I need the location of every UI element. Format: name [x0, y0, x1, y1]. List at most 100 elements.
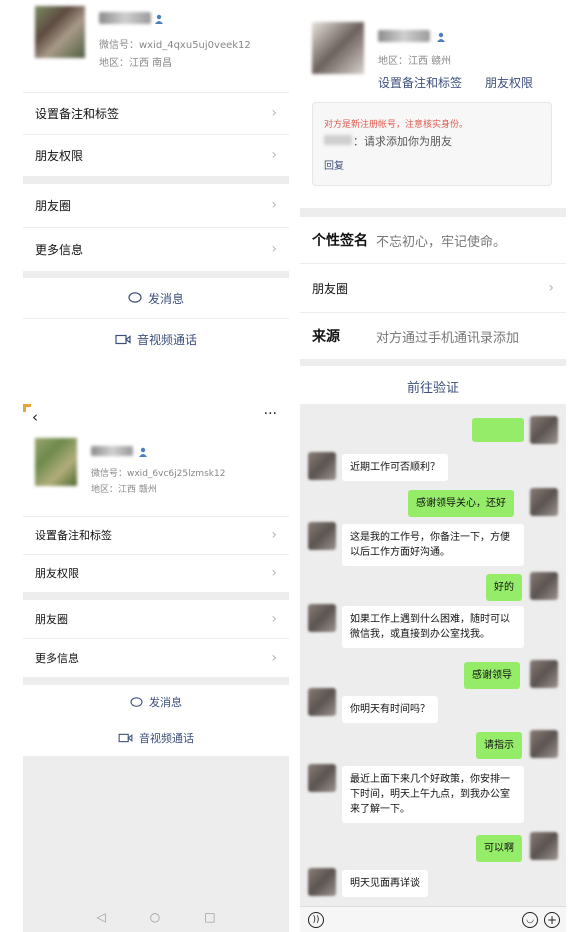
chat-bubble-in[interactable]: 近期工作可否顺利？: [342, 454, 448, 481]
signature-label: 个性签名: [312, 233, 368, 249]
video-camera-icon: [115, 334, 131, 344]
person-icon: [437, 32, 445, 42]
chevron-right-icon: ›: [271, 650, 277, 666]
video-call-button[interactable]: 音视频通话: [23, 722, 289, 754]
nav-home-icon[interactable]: ○: [150, 910, 160, 924]
my-avatar: [530, 832, 558, 860]
source-row: 来源 对方通过手机通讯录添加: [300, 313, 566, 359]
chat-window: 近期工作可否顺利？ 感谢领导关心，还好 这是我的工作号，你备注一下，方便以后工作…: [300, 404, 566, 932]
nickname: [99, 12, 151, 24]
region: 地区：江西 赣州: [378, 56, 452, 67]
chevron-right-icon: ›: [271, 105, 277, 121]
source-label: 来源: [312, 329, 340, 345]
profile-card-top: 微信号：wxid_4qxu5uj0veek12 地区：江西 南昌 设置备注和标签…: [23, 0, 289, 362]
wechat-id: 微信号：wxid_4qxu5uj0veek12: [99, 40, 251, 51]
remark-tag-row[interactable]: 设置备注和标签 ›: [23, 517, 289, 553]
chat-input-bar: )) ◡ +: [300, 906, 566, 932]
button-label: 音视频通话: [136, 332, 197, 347]
source-value: 对方通过手机通讯录添加: [376, 330, 520, 346]
friend-permission-link[interactable]: 朋友权限: [485, 74, 533, 91]
my-avatar: [530, 660, 558, 688]
profile-card-bottom: ‹ ··· 微信号：wxid_6vc6j25lzmsk12 地区：江西 赣州 设…: [23, 404, 289, 932]
row-label: 更多信息: [35, 242, 84, 257]
chevron-right-icon: ›: [271, 611, 277, 627]
row-label: 朋友圈: [312, 281, 349, 296]
voice-icon[interactable]: )): [308, 912, 324, 928]
contact-avatar: [308, 688, 336, 716]
row-label: 朋友权限: [35, 148, 84, 163]
send-message-button[interactable]: 发消息: [23, 686, 289, 718]
row-label: 设置备注和标签: [35, 106, 120, 121]
contact-avatar: [308, 868, 336, 896]
row-label: 设置备注和标签: [35, 529, 112, 542]
chat-bubble-out[interactable]: 好的: [486, 574, 522, 601]
emoji-icon[interactable]: ◡: [522, 912, 538, 928]
chat-bubble-in[interactable]: 如果工作上遇到什么困难，随时可以微信我，或直接到办公室找我。: [342, 606, 524, 648]
region: 地区：江西 南昌: [99, 58, 173, 69]
nickname: [378, 30, 430, 42]
new-account-warning: 对方是新注册帐号，注意核实身份。: [324, 120, 469, 130]
android-nav-bar: ◁ ○ □: [23, 902, 289, 932]
person-icon: [155, 14, 163, 24]
chat-bubble-in[interactable]: 明天见面再详谈: [342, 870, 428, 897]
moments-row[interactable]: 朋友圈 ›: [300, 264, 566, 312]
row-label: 更多信息: [35, 652, 79, 665]
moments-row[interactable]: 朋友圈 ›: [23, 184, 289, 226]
signature-row: 个性签名 不忘初心，牢记使命。: [300, 217, 566, 263]
chat-bubble-in[interactable]: 这是我的工作号，你备注一下，方便以后工作方面好沟通。: [342, 524, 524, 566]
contact-avatar: [308, 522, 336, 550]
nav-recents-icon[interactable]: □: [204, 910, 215, 924]
chat-bubble-in[interactable]: 你明天有时间吗？: [342, 696, 438, 723]
avatar[interactable]: [312, 22, 364, 74]
remark-tag-row[interactable]: 设置备注和标签 ›: [23, 93, 289, 133]
go-verify-button[interactable]: 前往验证: [300, 368, 566, 404]
contact-avatar: [308, 764, 336, 792]
chevron-right-icon: ›: [271, 241, 277, 257]
nav-back-icon[interactable]: ◁: [96, 910, 105, 924]
requester-name: [324, 135, 352, 145]
row-label: 朋友权限: [35, 567, 79, 580]
plus-icon[interactable]: +: [544, 912, 560, 928]
chevron-right-icon: ›: [271, 527, 277, 543]
my-avatar: [530, 730, 558, 758]
friend-permission-row[interactable]: 朋友权限 ›: [23, 555, 289, 591]
chat-bubble-in[interactable]: 最近上面下来几个好政策，你安排一下时间，明天上午九点，到我办公室来了解一下。: [342, 766, 524, 823]
my-avatar: [530, 488, 558, 516]
person-icon: [139, 447, 147, 457]
remark-tag-link[interactable]: 设置备注和标签: [378, 74, 462, 91]
chat-bubble-icon: [128, 292, 142, 303]
chevron-right-icon: ›: [271, 197, 277, 213]
nickname: [91, 446, 133, 456]
profile-card-new-friend: 地区：江西 赣州 设置备注和标签 朋友权限 对方是新注册帐号，注意核实身份。 ：…: [300, 0, 566, 404]
chat-bubble-out[interactable]: 感谢领导: [464, 662, 520, 689]
chat-bubble-icon: [130, 696, 143, 707]
chevron-right-icon: ›: [271, 147, 277, 163]
friend-permission-row[interactable]: 朋友权限 ›: [23, 135, 289, 175]
video-call-button[interactable]: 音视频通话: [23, 320, 289, 358]
chat-bubble-out[interactable]: 请指示: [476, 732, 522, 759]
avatar[interactable]: [35, 438, 77, 486]
button-label: 发消息: [149, 696, 182, 709]
more-icon[interactable]: ···: [264, 406, 277, 422]
button-label: 音视频通话: [139, 732, 194, 745]
region: 地区：江西 赣州: [91, 485, 157, 495]
chevron-right-icon: ›: [548, 280, 554, 296]
more-info-row[interactable]: 更多信息 ›: [23, 639, 289, 677]
avatar[interactable]: [35, 6, 85, 58]
contact-avatar: [308, 604, 336, 632]
button-label: 发消息: [147, 291, 184, 306]
my-avatar: [530, 572, 558, 600]
chat-bubble-out[interactable]: 可以啊: [476, 835, 522, 862]
signature-value: 不忘初心，牢记使命。: [376, 234, 507, 250]
send-message-button[interactable]: 发消息: [23, 280, 289, 316]
contact-avatar: [308, 452, 336, 480]
row-label: 朋友圈: [35, 198, 72, 213]
highlight-marker: [23, 404, 31, 412]
chat-bubble-out[interactable]: 感谢领导关心，还好: [408, 490, 514, 517]
back-icon[interactable]: ‹: [32, 408, 38, 426]
chat-bubble-out[interactable]: [472, 418, 524, 442]
reply-link[interactable]: 回复: [324, 157, 344, 172]
friend-request-box: 对方是新注册帐号，注意核实身份。 ：请求添加你为朋友 回复: [312, 102, 552, 186]
more-info-row[interactable]: 更多信息 ›: [23, 228, 289, 270]
moments-row[interactable]: 朋友圈 ›: [23, 600, 289, 638]
